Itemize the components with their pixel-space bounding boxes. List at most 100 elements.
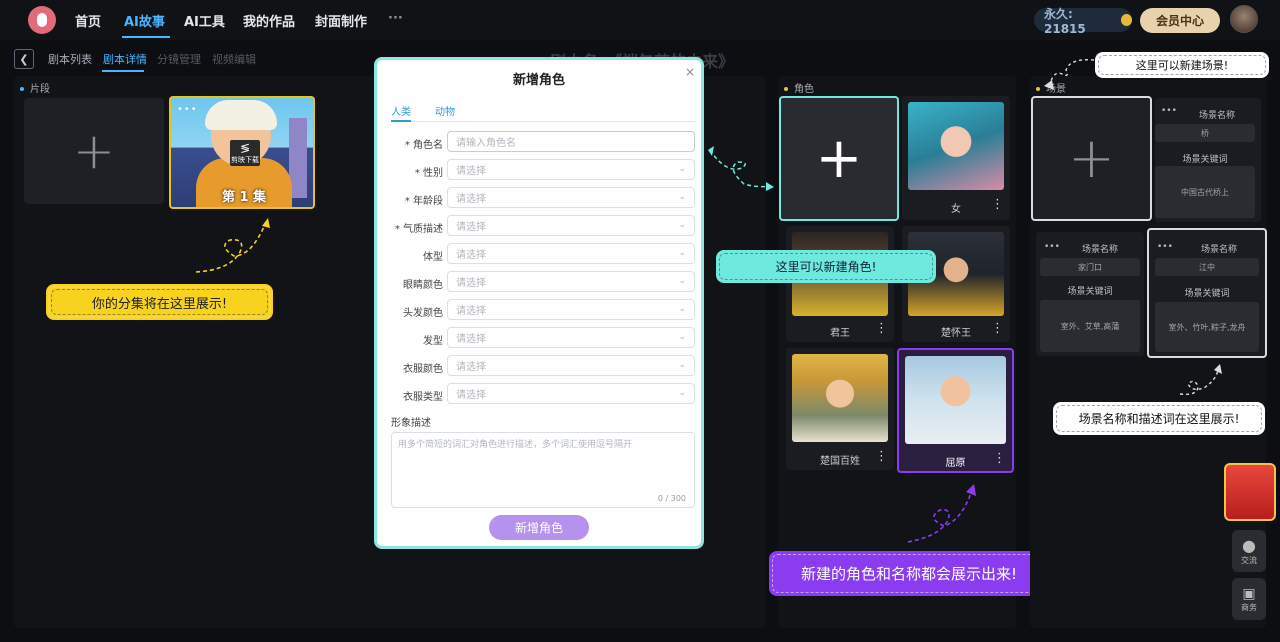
role-card[interactable]: 女 ⋮: [902, 96, 1010, 220]
nav-home[interactable]: 首页: [75, 11, 101, 30]
clothes-color-select[interactable]: 请选择 ⌄: [447, 355, 695, 376]
chevron-down-icon: ⌄: [678, 248, 686, 258]
hairstyle-label: 发型: [423, 336, 443, 347]
promo-gift-icon[interactable]: [1224, 463, 1276, 521]
arrow-to-roles-icon: [907, 484, 976, 543]
gender-label: * 性别: [414, 168, 443, 179]
gender-select[interactable]: 请选择 ⌄: [447, 159, 695, 180]
tab-human[interactable]: 人类: [391, 103, 411, 118]
body-type-label: 体型: [423, 252, 443, 263]
arrow-to-add-scene-icon: [1044, 59, 1095, 90]
more-options-icon[interactable]: •••: [1161, 106, 1177, 116]
scene-info-callout: 场景名称和描述词在这里展示!: [1053, 402, 1265, 435]
tab-script-detail[interactable]: 剧本详情: [103, 51, 147, 67]
role-name-input[interactable]: 请输入角色名: [447, 131, 695, 152]
scene-keywords-value: 室外、竹叶,粽子,龙舟: [1155, 302, 1259, 352]
tab-storyboard[interactable]: 分镜管理: [157, 51, 201, 67]
tab-video-edit[interactable]: 视频编辑: [212, 51, 256, 67]
dialog-title: 新增角色: [512, 73, 565, 88]
nav-ai-tools[interactable]: AI工具: [184, 11, 225, 30]
clips-section-title: 片段: [20, 80, 50, 95]
episode-card[interactable]: ••• ≶ 剪映下载 第 1 集: [169, 96, 315, 209]
clothes-type-label: 衣服类型: [403, 392, 443, 403]
add-role-submit-button[interactable]: 新增角色: [489, 515, 589, 540]
scene-keywords-value: 中国古代桥上: [1155, 166, 1255, 218]
nav-cover-maker[interactable]: 封面制作: [315, 11, 367, 30]
chat-icon: ●: [1242, 536, 1256, 555]
new-scene-callout: 这里可以新建场景!: [1095, 52, 1269, 78]
temperament-select[interactable]: 请选择 ⌄: [447, 215, 695, 236]
add-role-dialog: 新增角色 × 人类 动物 * 角色名 请输入角色名 * 性别 请选择 ⌄ * 年龄…: [374, 57, 704, 549]
role-name-label: * 角色名: [404, 140, 443, 151]
roles-section-title: 角色: [784, 80, 814, 95]
eye-color-select[interactable]: 请选择 ⌄: [447, 271, 695, 292]
char-counter: 0 / 300: [657, 494, 686, 503]
scene-card[interactable]: ••• 场景名称 桥 场景关键词 中国古代桥上: [1155, 98, 1261, 222]
more-options-icon[interactable]: ⋮: [993, 452, 1006, 465]
chevron-down-icon: ⌄: [678, 388, 686, 398]
scene-keywords-label: 场景关键词: [1067, 287, 1113, 297]
chevron-down-icon: ⌄: [678, 276, 686, 286]
body-type-select[interactable]: 请选择 ⌄: [447, 243, 695, 264]
description-textarea[interactable]: 用多个简短的词汇对角色进行描述，多个词汇使用逗号隔开 0 / 300: [391, 432, 695, 508]
arrow-to-scenes-icon: [1179, 364, 1222, 396]
plus-icon: +: [815, 125, 863, 191]
hair-color-select[interactable]: 请选择 ⌄: [447, 299, 695, 320]
more-options-icon[interactable]: •••: [177, 104, 198, 115]
scene-card[interactable]: ••• 场景名称 江中 场景关键词 室外、竹叶,粽子,龙舟: [1147, 228, 1267, 358]
scene-keywords-label: 场景关键词: [1184, 289, 1230, 299]
more-options-icon[interactable]: ⋮: [875, 322, 888, 335]
scene-name-value: 江中: [1155, 258, 1259, 276]
arrow-to-add-role-icon: [708, 146, 774, 191]
tab-divider: [391, 121, 695, 122]
more-options-icon[interactable]: •••: [1044, 242, 1060, 252]
role-card-selected[interactable]: 屈原 ⋮: [897, 348, 1014, 473]
chat-button[interactable]: ● 交流: [1232, 530, 1266, 572]
add-role-button[interactable]: +: [779, 96, 899, 221]
add-episode-button[interactable]: +: [24, 98, 164, 204]
episode-title: 第 1 集: [221, 190, 267, 205]
tab-animal[interactable]: 动物: [435, 103, 455, 118]
chevron-down-icon: ⌄: [678, 164, 686, 174]
app-logo[interactable]: [28, 6, 56, 34]
role-card[interactable]: 楚国百姓 ⋮: [786, 348, 894, 470]
plus-icon: +: [73, 122, 115, 180]
chevron-down-icon: ⌄: [678, 332, 686, 342]
user-avatar[interactable]: [1230, 5, 1258, 33]
more-options-icon[interactable]: ⋮: [991, 198, 1004, 211]
add-scene-button[interactable]: +: [1031, 96, 1152, 221]
business-button[interactable]: ▣ 商务: [1232, 578, 1266, 620]
coin-icon: [1120, 14, 1132, 26]
more-options-icon[interactable]: •••: [1157, 242, 1173, 252]
tab-script-list[interactable]: 剧本列表: [48, 51, 92, 67]
points-badge[interactable]: 永久: 21815: [1034, 7, 1132, 36]
back-button[interactable]: ❮: [14, 49, 34, 69]
age-select[interactable]: 请选择 ⌄: [447, 187, 695, 208]
scene-keywords-value: 室外、艾草,高蒲: [1040, 300, 1140, 352]
age-label: * 年龄段: [404, 196, 443, 207]
chevron-down-icon: ⌄: [678, 192, 686, 202]
scene-card[interactable]: ••• 场景名称 家门口 场景关键词 室外、艾草,高蒲: [1036, 232, 1144, 356]
role-card[interactable]: 楚怀王 ⋮: [902, 226, 1010, 342]
nav-ai-story[interactable]: AI故事: [124, 11, 165, 30]
scene-name-value: 家门口: [1040, 258, 1140, 276]
vip-center-button[interactable]: 会员中心: [1140, 8, 1220, 33]
nav-my-works[interactable]: 我的作品: [243, 11, 295, 30]
more-options-icon[interactable]: ⋮: [875, 450, 888, 463]
chevron-down-icon: ⌄: [678, 360, 686, 370]
more-options-icon[interactable]: ⋮: [991, 322, 1004, 335]
scene-name-value: 桥: [1155, 124, 1255, 142]
nav-more-icon[interactable]: ···: [388, 11, 403, 26]
top-nav-bar: 首页 AI故事 AI工具 我的作品 封面制作 ··· 永久: 21815 会员中…: [0, 0, 1280, 40]
description-label: 形象描述: [391, 418, 431, 429]
new-role-callout: 这里可以新建角色!: [716, 250, 936, 283]
hairstyle-select[interactable]: 请选择 ⌄: [447, 327, 695, 348]
close-icon[interactable]: ×: [685, 65, 695, 79]
chevron-left-icon: ❮: [19, 52, 29, 66]
temperament-label: * 气质描述: [394, 224, 443, 235]
chevron-down-icon: ⌄: [678, 220, 686, 230]
clothes-type-select[interactable]: 请选择 ⌄: [447, 383, 695, 404]
plus-icon: +: [1068, 125, 1115, 191]
role-card[interactable]: 君王 ⋮: [786, 226, 894, 342]
tab-active-underline: [391, 120, 411, 122]
